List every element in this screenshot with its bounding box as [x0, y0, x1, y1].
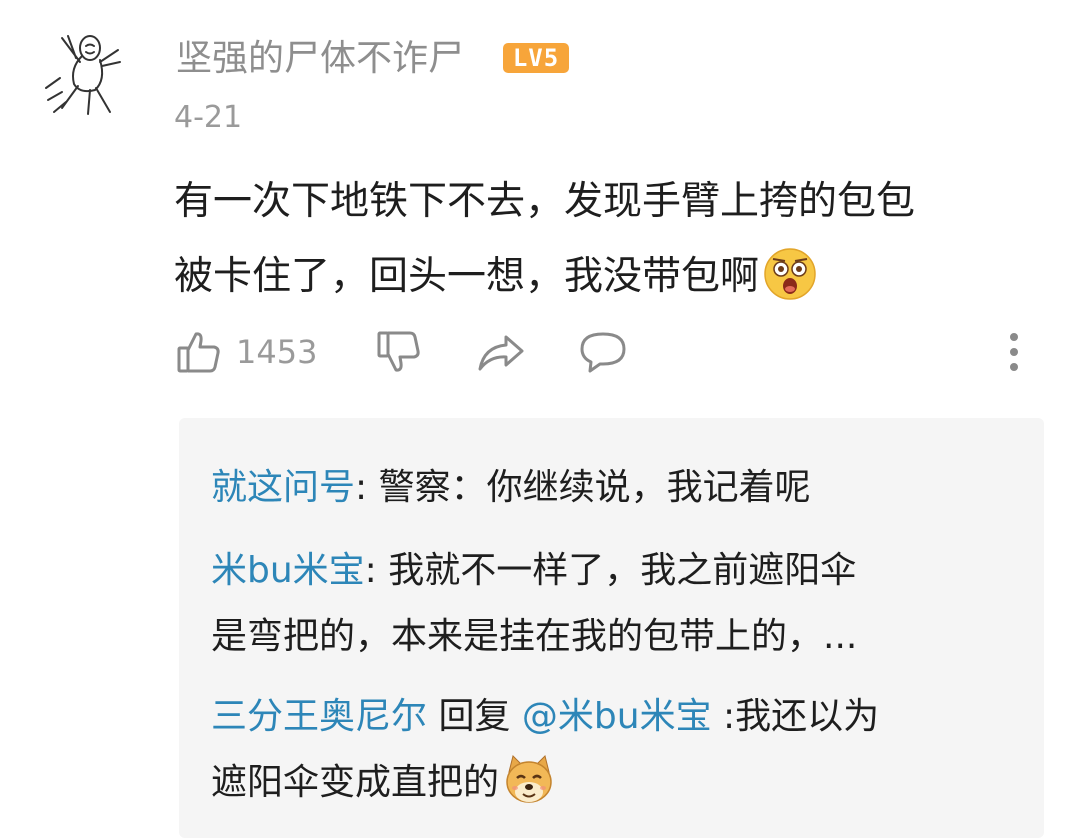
- replies-panel[interactable]: 就这问号: 警察：你继续说，我记着呢 米bu米宝: 我就不一样了，我之前遮阳伞 …: [179, 418, 1044, 838]
- reply-item[interactable]: 就这问号: 警察：你继续说，我记着呢: [211, 455, 1011, 521]
- share-icon: [476, 329, 526, 375]
- more-vertical-icon: [1004, 329, 1024, 375]
- more-button[interactable]: [1004, 322, 1024, 382]
- reply-mention[interactable]: @米bu米宝: [522, 696, 712, 737]
- share-button[interactable]: [476, 322, 526, 382]
- reply-line: 是弯把的，本来是挂在我的包带上的，...: [211, 616, 858, 657]
- level-badge: LV5: [503, 43, 569, 73]
- reply-text: :我还以为: [711, 696, 880, 737]
- comment-text-line: 有一次下地铁下不去，发现手臂上挎的包包: [174, 179, 916, 224]
- reply-item[interactable]: 米bu米宝: 我就不一样了，我之前遮阳伞 是弯把的，本来是挂在我的包带上的，..…: [211, 538, 1011, 670]
- comment-date: 4-21: [174, 100, 243, 135]
- action-bar: 1453: [0, 322, 1080, 382]
- reply-text: 遮阳伞变成直把的: [211, 762, 500, 803]
- astonished-face-emoji: [763, 247, 817, 301]
- reply-username[interactable]: 就这问号: [211, 467, 355, 508]
- reply-username[interactable]: 三分王奥尼尔: [211, 696, 427, 737]
- comment-text: 有一次下地铁下不去，发现手臂上挎的包包 被卡住了，回头一想，我没带包啊: [174, 164, 1054, 314]
- comment-button[interactable]: [578, 322, 628, 382]
- reply-separator: :: [364, 550, 389, 591]
- reply-line: 遮阳伞变成直把的: [211, 750, 1011, 816]
- reply-username[interactable]: 米bu米宝: [211, 550, 365, 591]
- avatar[interactable]: [40, 28, 130, 118]
- username[interactable]: 坚强的尸体不诈尸: [176, 37, 464, 81]
- reply-line: 米bu米宝: 我就不一样了，我之前遮阳伞: [211, 538, 1011, 604]
- like-count: 1453: [236, 333, 318, 371]
- thumbs-down-icon: [376, 329, 422, 375]
- reply-text: 警察：你继续说，我记着呢: [378, 467, 811, 508]
- reply-line: 三分王奥尼尔 回复 @米bu米宝 :我还以为: [211, 684, 1011, 750]
- doge-emoji: [503, 754, 555, 806]
- comment-bubble-icon: [578, 329, 628, 375]
- reply-word: 回复: [427, 696, 522, 737]
- reply-text: 我就不一样了，我之前遮阳伞: [388, 550, 857, 591]
- reply-separator: :: [355, 467, 379, 508]
- comment-text-line: 被卡住了，回头一想，我没带包啊: [174, 239, 1054, 314]
- dislike-button[interactable]: [376, 322, 422, 382]
- like-button[interactable]: 1453: [176, 322, 317, 382]
- reply-item[interactable]: 三分王奥尼尔 回复 @米bu米宝 :我还以为 遮阳伞变成直把的: [211, 684, 1011, 816]
- thumbs-up-icon: [176, 329, 222, 375]
- comment-text-line-content: 被卡住了，回头一想，我没带包啊: [174, 254, 760, 299]
